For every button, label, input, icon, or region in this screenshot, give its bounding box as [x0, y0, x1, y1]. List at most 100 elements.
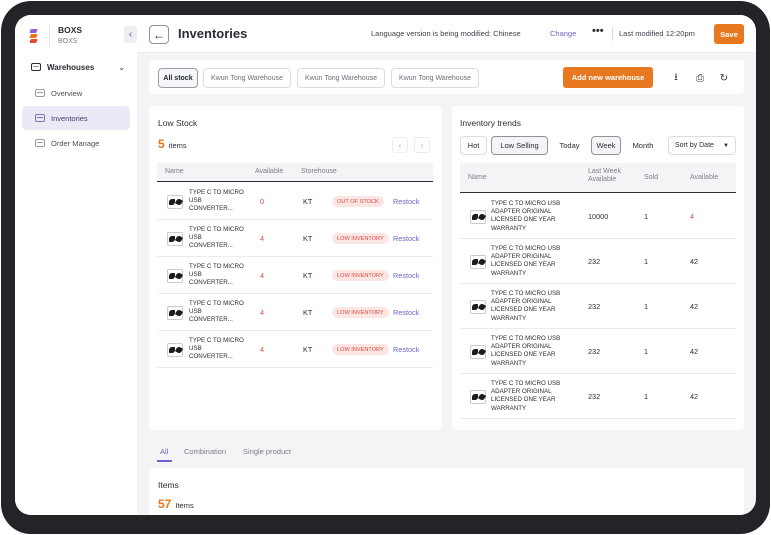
items-title: Items — [158, 480, 179, 490]
table-row[interactable]: TYPE C TO MICRO USB ADAPTER ORIGINAL LICEN… — [460, 329, 736, 374]
status-badge: LOW INVENTORY — [332, 233, 389, 244]
available-value: 4 — [260, 271, 265, 280]
tab-single-product[interactable]: Single product — [243, 447, 291, 456]
product-thumbnail — [167, 306, 183, 320]
restock-link[interactable]: Restock — [393, 234, 419, 243]
chevron-left-icon: ‹ — [128, 29, 133, 40]
sort-select[interactable]: Sort by Date ▼ — [668, 136, 736, 155]
low-stock-count-number: 5 — [158, 137, 165, 151]
product-thumbnail — [167, 269, 183, 283]
product-name: TYPE C TO MICRO USB ADAPTER ORIGINAL LICEN… — [491, 335, 561, 367]
sidebar-item-label: Overview — [51, 88, 83, 98]
product-thumbnail — [470, 345, 486, 359]
sold-value: 1 — [644, 212, 649, 221]
sidebar-item-label: Inventories — [51, 113, 88, 123]
storehouse-value: KT — [303, 345, 313, 354]
table-row[interactable]: TYPE C TO MICRO USB CONVERTER... 4 KT LOW … — [157, 257, 433, 294]
product-name: TYPE C TO MICRO USB CONVERTER... — [189, 300, 244, 324]
sidebar-collapse-button[interactable]: ‹ — [124, 26, 137, 43]
available-value: 4 — [690, 212, 695, 221]
download-icon[interactable]: ⭳ — [669, 71, 683, 85]
save-button[interactable]: Save — [714, 24, 744, 44]
tab-warehouse[interactable]: Kwun Tong Warehouse — [297, 68, 385, 88]
table-row[interactable]: TYPE C TO MICRO USB CONVERTER... 4 KT LOW … — [157, 294, 433, 331]
tab-all-stock[interactable]: All stock — [158, 68, 198, 88]
column-header: Available — [690, 174, 719, 181]
add-warehouse-button[interactable]: Add new warehouse — [563, 67, 653, 88]
available-value: 42 — [690, 347, 699, 356]
last-week-value: 232 — [588, 392, 601, 401]
sidebar-group-warehouses[interactable]: Warehouses ⌄ — [31, 60, 127, 74]
column-header: Available — [255, 168, 284, 175]
last-modified: Last modified 12:20pm — [619, 29, 695, 38]
table-row[interactable]: TYPE C TO MICRO USB CONVERTER... 4 KT LOW … — [157, 220, 433, 257]
low-stock-title: Low Stock — [158, 118, 198, 128]
status-badge: LOW INVENTORY — [332, 344, 389, 355]
brand-sub: BOXS — [58, 38, 78, 45]
filter-low-selling[interactable]: Low Selling — [491, 136, 548, 155]
tab-warehouse[interactable]: Kwun Tong Warehouse — [391, 68, 479, 88]
active-tab-indicator — [157, 460, 172, 462]
table-row[interactable]: TYPE C TO MICRO USB ADAPTER ORIGINAL LICEN… — [460, 194, 736, 239]
inventory-trends-title: Inventory trends — [460, 118, 521, 128]
filter-today[interactable]: Today — [553, 136, 586, 155]
language-status: Language version is being modified: Chin… — [371, 29, 521, 38]
sold-value: 1 — [644, 257, 649, 266]
warehouse-icon — [35, 89, 45, 97]
restock-link[interactable]: Restock — [393, 308, 419, 317]
product-name: TYPE C TO MICRO USB ADAPTER ORIGINAL LICEN… — [491, 290, 561, 322]
header-divider — [612, 27, 613, 41]
chevron-left-icon: ‹ — [398, 140, 402, 150]
last-week-value: 232 — [588, 302, 601, 311]
table-row[interactable]: TYPE C TO MICRO USB ADAPTER ORIGINAL LICEN… — [460, 374, 736, 419]
tab-combination[interactable]: Combination — [184, 447, 226, 456]
available-value: 42 — [690, 257, 699, 266]
tab-warehouse[interactable]: Kwun Tong Warehouse — [203, 68, 291, 88]
sidebar-item-overview[interactable]: Overview — [22, 81, 130, 105]
product-name: TYPE C TO MICRO USB ADAPTER ORIGINAL LICEN… — [491, 380, 561, 412]
product-thumbnail — [470, 255, 486, 269]
inventory-icon — [35, 114, 45, 122]
filter-month[interactable]: Month — [626, 136, 660, 155]
available-value: 0 — [260, 197, 265, 206]
last-week-value: 10000 — [588, 212, 609, 221]
column-header: Last Week Available — [588, 168, 621, 183]
storehouse-value: KT — [303, 234, 313, 243]
last-week-value: 232 — [588, 347, 601, 356]
refresh-icon[interactable]: ↻ — [717, 71, 731, 85]
order-icon — [35, 139, 45, 147]
table-row[interactable]: TYPE C TO MICRO USB CONVERTER... 0 KT OUT … — [157, 183, 433, 220]
sort-select-value: Sort by Date — [675, 142, 714, 149]
product-name: TYPE C TO MICRO USB CONVERTER... — [189, 263, 244, 287]
column-header: Sold — [644, 174, 659, 181]
storehouse-value: KT — [303, 271, 313, 280]
product-name: TYPE C TO MICRO USB ADAPTER ORIGINAL LICEN… — [491, 200, 561, 232]
more-icon[interactable]: ••• — [592, 25, 604, 37]
tab-all[interactable]: All — [160, 447, 168, 456]
sidebar-item-order-manage[interactable]: Order Manage — [22, 131, 130, 155]
restock-link[interactable]: Restock — [393, 197, 419, 206]
print-icon[interactable]: ⎙ — [693, 71, 707, 85]
brand-name: BOXS — [58, 25, 83, 35]
table-row[interactable]: TYPE C TO MICRO USB ADAPTER ORIGINAL LICEN… — [460, 239, 736, 284]
sold-value: 1 — [644, 392, 649, 401]
column-header: Name — [468, 174, 487, 181]
product-thumbnail — [167, 195, 183, 209]
language-change-link[interactable]: Change — [550, 29, 576, 38]
table-row[interactable]: TYPE C TO MICRO USB CONVERTER... 4 KT LOW … — [157, 331, 433, 368]
filter-hot[interactable]: Hot — [460, 136, 487, 155]
product-name: TYPE C TO MICRO USB ADAPTER ORIGINAL LICEN… — [491, 245, 561, 277]
storehouse-value: KT — [303, 197, 313, 206]
prev-page-button[interactable]: ‹ — [392, 137, 408, 153]
sidebar-item-inventories[interactable]: Inventories — [22, 106, 130, 130]
caret-down-icon: ▼ — [723, 142, 729, 149]
next-page-button[interactable]: › — [414, 137, 430, 153]
inventory-trends-panel: Inventory trends Hot Low Selling Today W… — [452, 106, 744, 430]
restock-link[interactable]: Restock — [393, 271, 419, 280]
back-button[interactable]: ← — [149, 25, 169, 44]
product-name: TYPE C TO MICRO USB CONVERTER... — [189, 189, 244, 213]
restock-link[interactable]: Restock — [393, 345, 419, 354]
product-name: TYPE C TO MICRO USB CONVERTER... — [189, 226, 244, 250]
filter-week[interactable]: Week — [591, 136, 621, 155]
table-row[interactable]: TYPE C TO MICRO USB ADAPTER ORIGINAL LICEN… — [460, 284, 736, 329]
